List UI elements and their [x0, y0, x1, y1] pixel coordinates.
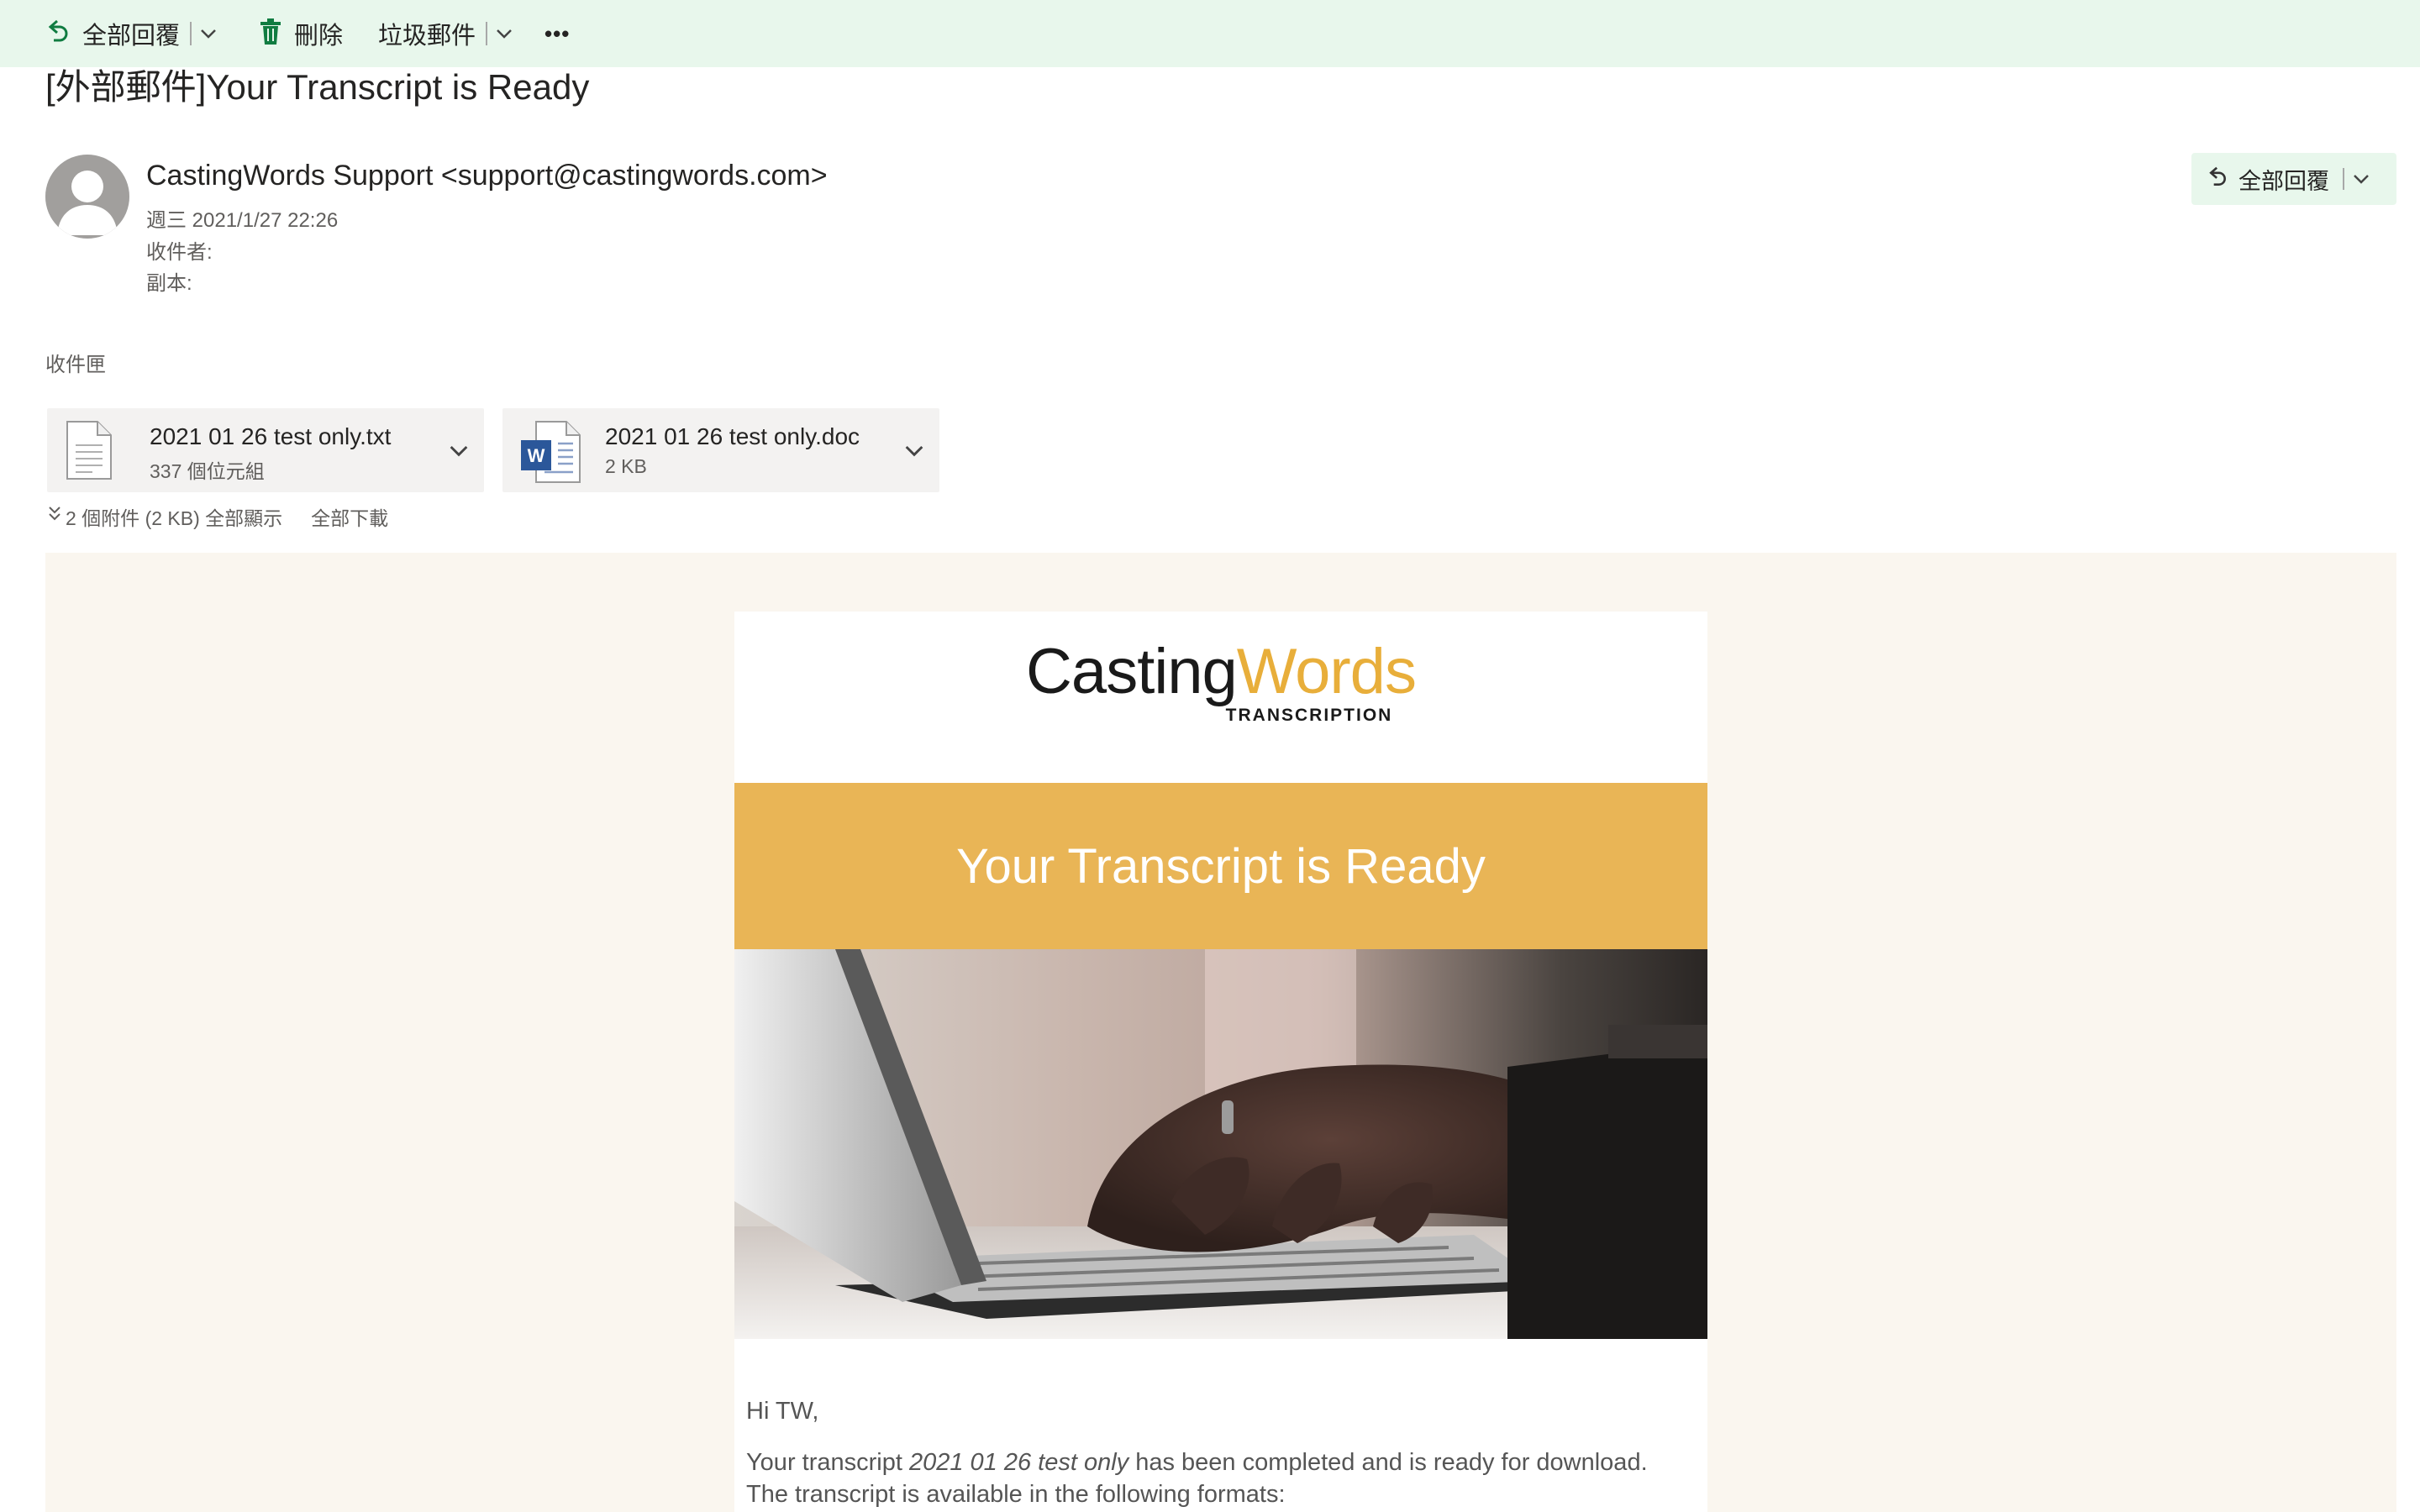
logo-subtitle: TRANSCRIPTION: [1225, 706, 1393, 725]
download-all-link[interactable]: 全部下載: [311, 502, 388, 531]
reply-all-icon: [45, 18, 71, 50]
attachment-size: 2 KB: [605, 455, 647, 477]
attachment-size: 337 個位元組: [150, 460, 265, 482]
command-toolbar: 全部回覆 刪除 垃圾郵件 •••: [0, 0, 2420, 67]
logo-casting-text: Casting: [1026, 636, 1238, 707]
email-body: CastingWords TRANSCRIPTION Your Transcri…: [45, 553, 2396, 1512]
trash-icon: [259, 18, 282, 50]
cc-label: 副本:: [146, 272, 192, 295]
sender-name[interactable]: CastingWords Support <support@castingwor…: [146, 160, 828, 192]
more-actions-button[interactable]: •••: [544, 0, 570, 67]
svg-text:W: W: [528, 445, 545, 466]
chevron-down-icon[interactable]: [198, 24, 218, 44]
word-file-icon: W: [519, 420, 583, 488]
avatar: [45, 155, 129, 239]
to-label: 收件者:: [146, 241, 213, 264]
reply-all-label: 全部回覆: [82, 23, 181, 50]
laptop-typing-photo: [734, 949, 1707, 1339]
castingwords-logo: CastingWords TRANSCRIPTION: [978, 612, 1464, 754]
sent-date: 週三 2021/1/27 22:26: [146, 209, 339, 232]
folder-label[interactable]: 收件匣: [45, 348, 106, 377]
reply-all-icon: [2207, 165, 2228, 194]
body-paragraph: Your transcript 2021 01 26 test only has…: [746, 1446, 1696, 1510]
banner-title: Your Transcript is Ready: [956, 838, 1486, 894]
attachment-name: 2021 01 26 test only.doc: [605, 423, 860, 449]
split-divider: [190, 22, 192, 45]
show-all-attachments-link[interactable]: 2 個附件 (2 KB) 全部顯示: [66, 502, 282, 531]
junk-button[interactable]: 垃圾郵件: [378, 0, 514, 67]
more-icon: •••: [544, 20, 571, 46]
title-banner: Your Transcript is Ready: [734, 783, 1707, 949]
attachment-card[interactable]: W 2021 01 26 test only.doc 2 KB: [502, 408, 939, 492]
reply-all-button[interactable]: 全部回覆: [45, 0, 218, 67]
para-text-before: Your transcript: [746, 1449, 909, 1476]
delete-button[interactable]: 刪除: [259, 0, 343, 67]
chevron-down-icon[interactable]: [901, 437, 928, 464]
transcript-title: 2021 01 26 test only: [908, 1449, 1129, 1476]
message-subject: [外部郵件]Your Transcript is Ready: [45, 67, 590, 107]
hero-image: [734, 949, 1707, 1339]
email-card: CastingWords TRANSCRIPTION Your Transcri…: [734, 612, 1707, 1512]
attachments-summary: 2 個附件 (2 KB) 全部顯示 全部下載: [47, 502, 388, 531]
attachment-name: 2021 01 26 test only.txt: [150, 423, 392, 449]
double-chevron-down-icon[interactable]: [47, 505, 62, 528]
split-divider: [2343, 168, 2344, 190]
text-file-icon: [64, 420, 114, 485]
person-icon: [45, 155, 129, 239]
chevron-down-icon[interactable]: [2351, 169, 2371, 189]
logo-words-text: Words: [1236, 636, 1417, 707]
greeting: Hi TW,: [746, 1398, 819, 1425]
reply-all-button-header[interactable]: 全部回覆: [2191, 153, 2396, 205]
delete-label: 刪除: [294, 23, 344, 50]
junk-label: 垃圾郵件: [378, 23, 476, 50]
attachment-card[interactable]: 2021 01 26 test only.txt 337 個位元組: [47, 408, 484, 492]
chevron-down-icon[interactable]: [494, 24, 514, 44]
split-divider: [486, 22, 488, 45]
chevron-down-icon[interactable]: [445, 437, 472, 464]
reply-all-label: 全部回覆: [2238, 168, 2329, 194]
